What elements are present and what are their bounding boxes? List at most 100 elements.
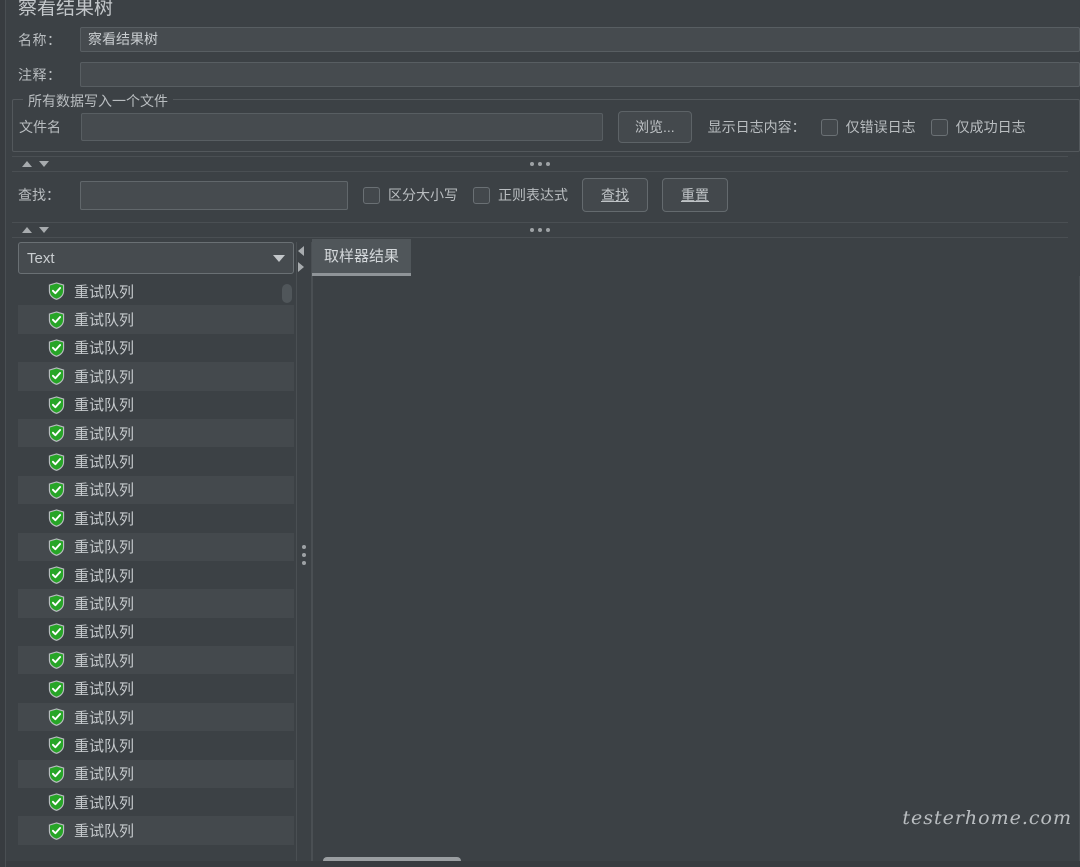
chevron-down-icon: [273, 254, 285, 262]
green-shield-success-icon: [48, 424, 65, 443]
collapse-right-icon[interactable]: [298, 262, 304, 272]
checkbox-box-icon: [820, 118, 838, 136]
table-row[interactable]: 重试队列: [18, 759, 294, 789]
tree-item-label: 重试队列: [74, 595, 135, 613]
tree-item-label: 重试队列: [74, 766, 135, 784]
green-shield-success-icon: [48, 396, 65, 414]
collapse-down-icon[interactable]: [39, 161, 49, 167]
green-shield-success-icon: [48, 566, 65, 584]
name-input[interactable]: 察看结果树: [80, 27, 1080, 52]
green-shield-success-icon: [48, 765, 65, 783]
tree-item-label: 重试队列: [74, 624, 135, 642]
collapse-up-icon[interactable]: [22, 161, 32, 167]
table-row[interactable]: 重试队列: [18, 561, 294, 589]
reset-button[interactable]: 重置: [662, 178, 728, 212]
splitter-collapse-arrows-lower[interactable]: [22, 227, 49, 233]
tab-sampler-result[interactable]: 取样器结果: [312, 239, 412, 276]
success-only-checkbox[interactable]: 仅成功日志: [930, 117, 1026, 137]
vertical-splitter-grip-icon[interactable]: [302, 544, 306, 565]
checkbox-box-icon: [473, 186, 490, 204]
vertical-splitter[interactable]: [296, 242, 312, 867]
green-shield-success-icon: [48, 509, 65, 528]
filename-row: 文件名 浏览... 显示日志内容： 仅错误日志 仅成功日志: [13, 111, 1079, 143]
tree-item-label: 重试队列: [74, 482, 135, 500]
write-all-data-to-file-group: 所有数据写入一个文件 文件名 浏览... 显示日志内容： 仅错误日志 仅成功日志: [12, 91, 1080, 152]
table-row[interactable]: 重试队列: [18, 816, 294, 845]
table-row[interactable]: 重试队列: [18, 447, 294, 475]
table-row[interactable]: 重试队列: [18, 334, 294, 362]
table-row[interactable]: 重试队列: [18, 362, 294, 391]
filename-input[interactable]: [81, 113, 603, 141]
table-row[interactable]: 重试队列: [18, 504, 294, 532]
success-only-label: 仅成功日志: [955, 119, 1026, 135]
search-row: 查找： 区分大小写 正则表达式 查找 重置: [0, 172, 1080, 218]
green-shield-success-icon: [48, 594, 65, 613]
browse-button[interactable]: 浏览...: [618, 111, 692, 143]
vertical-splitter-arrows[interactable]: [298, 242, 304, 272]
splitter-collapse-arrows[interactable]: [22, 161, 49, 167]
name-row: 名称： 察看结果树: [0, 22, 1080, 57]
table-row[interactable]: 重试队列: [18, 418, 294, 448]
table-row[interactable]: 重试队列: [18, 618, 294, 646]
splitter-grip-icon-lower[interactable]: [530, 228, 550, 232]
window-left-gutter: [0, 0, 6, 867]
collapse-left-icon[interactable]: [298, 246, 304, 256]
tree-item-label: 重试队列: [74, 737, 135, 755]
tree-item-label: 重试队列: [74, 312, 135, 330]
splitter-grip-icon[interactable]: [530, 162, 550, 166]
collapse-down-icon[interactable]: [39, 227, 49, 233]
search-input[interactable]: [80, 180, 348, 210]
regex-checkbox[interactable]: 正则表达式: [473, 185, 568, 205]
results-tree[interactable]: 重试队列 重试队列 重试队列 重试队列 重试队列 重试队列 重试队列 重试队列 重试队列 重试队列…: [18, 277, 294, 867]
comment-label: 注释：: [18, 66, 62, 83]
detail-tabstrip: 取样器结果: [312, 239, 1080, 276]
green-shield-success-icon: [48, 821, 65, 840]
green-shield-success-icon: [48, 651, 65, 670]
table-row[interactable]: 重试队列: [18, 646, 294, 675]
file-group-title: 所有数据写入一个文件: [23, 91, 173, 111]
green-shield-success-icon: [48, 367, 65, 386]
window-bottom-strip: [0, 861, 1080, 867]
green-shield-success-icon: [48, 452, 65, 471]
page-title: 察看结果树: [18, 0, 114, 19]
table-row[interactable]: 重试队列: [18, 277, 294, 305]
errors-only-checkbox[interactable]: 仅错误日志: [820, 117, 916, 137]
green-shield-success-icon: [48, 310, 65, 329]
tree-item-label: 重试队列: [74, 510, 135, 528]
renderer-select[interactable]: Text: [18, 242, 294, 274]
green-shield-success-icon: [48, 793, 65, 812]
view-results-tree-panel: 察看结果树 名称： 察看结果树 注释： 所有数据写入一个文件 文件名 浏览...…: [0, 0, 1080, 867]
checkbox-box-icon: [363, 186, 380, 204]
table-row[interactable]: 重试队列: [18, 731, 294, 759]
table-row[interactable]: 重试队列: [18, 475, 294, 505]
tab-content-panel[interactable]: [312, 276, 1080, 867]
green-shield-success-icon: [48, 339, 65, 357]
collapse-up-icon[interactable]: [22, 227, 32, 233]
table-row[interactable]: 重试队列: [18, 674, 294, 702]
splitter-bar-lower[interactable]: [12, 222, 1068, 238]
tree-item-label: 重试队列: [74, 368, 135, 386]
search-button[interactable]: 查找: [582, 178, 648, 212]
table-row[interactable]: 重试队列: [18, 391, 294, 419]
table-row[interactable]: 重试队列: [18, 788, 294, 816]
table-row[interactable]: 重试队列: [18, 589, 294, 618]
green-shield-success-icon: [48, 736, 65, 755]
table-row[interactable]: 重试队列: [18, 532, 294, 561]
green-shield-success-icon: [48, 680, 65, 698]
green-shield-success-icon: [48, 282, 65, 301]
tree-item-label: 重试队列: [74, 567, 135, 585]
green-shield-success-icon: [48, 538, 65, 556]
renderer-select-value: Text: [27, 249, 55, 267]
comment-input[interactable]: [80, 62, 1080, 87]
table-row[interactable]: 重试队列: [18, 702, 294, 732]
tree-item-label: 重试队列: [74, 709, 135, 727]
splitter-bar-upper[interactable]: [12, 156, 1068, 172]
tree-item-label: 重试队列: [74, 425, 135, 443]
tree-vertical-scrollbar[interactable]: [282, 284, 292, 303]
table-row[interactable]: 重试队列: [18, 305, 294, 334]
results-tree-column: Text 重试队列 重试队列 重试队列 重试队列 重试队列 重试队列 重试队列 重试队列 重试队…: [12, 238, 296, 867]
errors-only-label: 仅错误日志: [845, 119, 916, 135]
checkbox-box-icon: [930, 118, 948, 136]
search-label: 查找：: [18, 187, 60, 203]
case-sensitive-checkbox[interactable]: 区分大小写: [363, 185, 458, 205]
